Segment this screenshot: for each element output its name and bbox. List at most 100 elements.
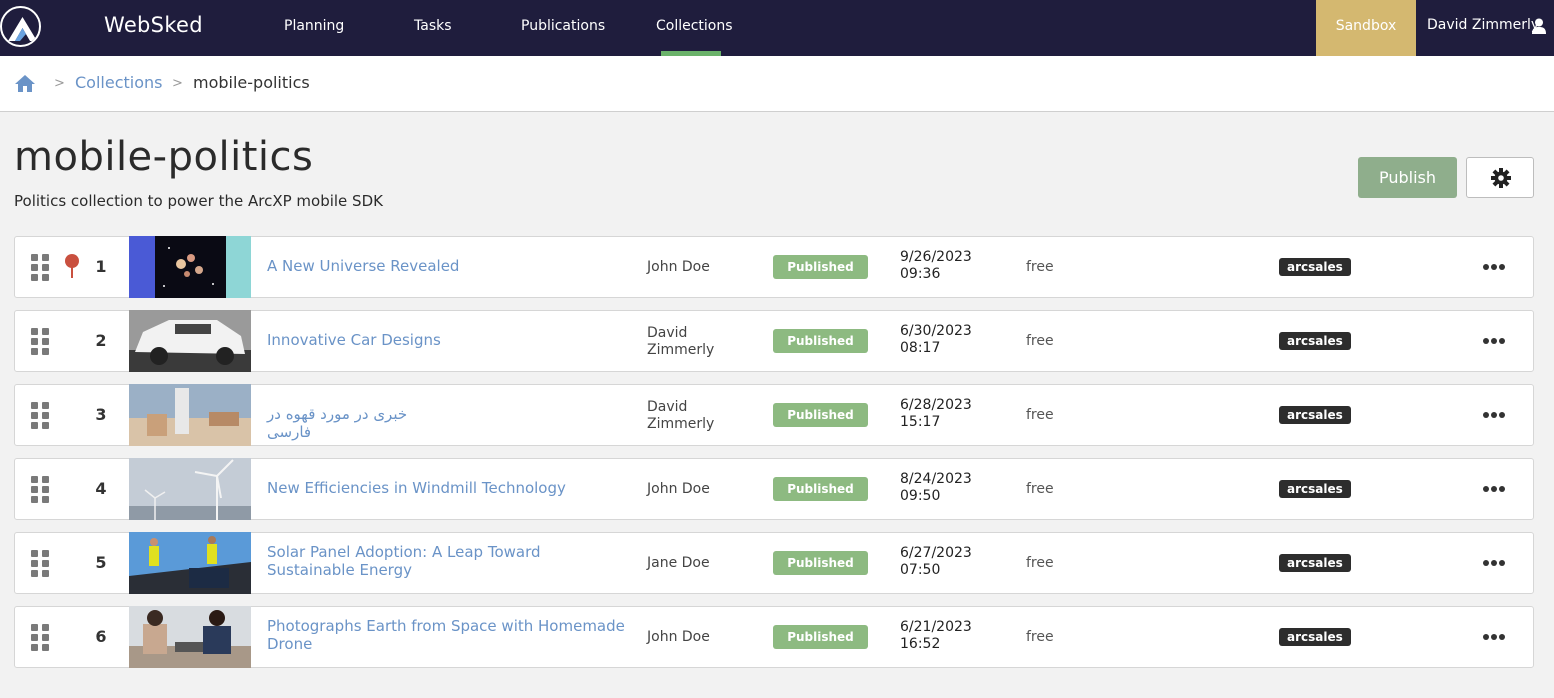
- collection-item-row[interactable]: 2 Innovative Car Designs David Zimmerly Pub…: [14, 310, 1534, 372]
- item-thumbnail[interactable]: [129, 384, 251, 446]
- top-nav: WebSked Planning Tasks Publications Coll…: [0, 0, 1554, 56]
- arc-logo-icon[interactable]: [0, 6, 41, 47]
- item-date-time: 09:36: [900, 266, 941, 282]
- item-date-day: 6/27/2023: [900, 545, 972, 561]
- nav-item-publications[interactable]: Publications: [521, 18, 605, 34]
- item-date-time: 16:52: [900, 636, 941, 652]
- more-options-icon[interactable]: [1483, 555, 1505, 571]
- collection-item-row[interactable]: 6 Photographs Earth from Space with Homem…: [14, 606, 1534, 668]
- item-author: John Doe: [647, 629, 710, 645]
- item-author: John Doe: [647, 481, 710, 497]
- status-badge: Published: [773, 625, 868, 649]
- user-icon[interactable]: [1532, 18, 1546, 34]
- item-access: free: [1026, 555, 1054, 571]
- item-title-link[interactable]: خبری در مورد قهوه در فارسی: [267, 405, 437, 441]
- item-thumbnail[interactable]: [129, 606, 251, 668]
- item-date-day: 9/26/2023: [900, 249, 972, 265]
- pin-icon[interactable]: [64, 253, 80, 279]
- breadcrumb: > Collections > mobile-politics: [0, 56, 1554, 112]
- more-options-icon[interactable]: [1483, 481, 1505, 497]
- drag-handle-icon[interactable]: [31, 402, 49, 429]
- item-date: 6/28/2023 15:17: [900, 397, 972, 431]
- drag-handle-icon[interactable]: [31, 476, 49, 503]
- item-date: 8/24/2023 09:50: [900, 471, 972, 505]
- item-author: Jane Doe: [647, 555, 710, 571]
- item-tag[interactable]: arcsales: [1279, 258, 1351, 276]
- collection-item-row[interactable]: 4 New Efficiencies in Windmill Technology…: [14, 458, 1534, 520]
- user-name[interactable]: David Zimmerly: [1427, 17, 1539, 33]
- collection-item-row[interactable]: 3 خبری در مورد قهوه در فارسی David Zimmerl…: [14, 384, 1534, 446]
- drag-handle-icon[interactable]: [31, 254, 49, 281]
- nav-item-tasks[interactable]: Tasks: [414, 18, 452, 34]
- item-date: 6/27/2023 07:50: [900, 545, 972, 579]
- item-title-link[interactable]: New Efficiencies in Windmill Technology: [267, 479, 627, 497]
- item-date-time: 15:17: [900, 414, 941, 430]
- status-badge: Published: [773, 403, 868, 427]
- item-rank: 1: [95, 257, 107, 276]
- status-badge: Published: [773, 329, 868, 353]
- item-access: free: [1026, 333, 1054, 349]
- page-title: mobile-politics: [14, 134, 314, 180]
- item-rank: 2: [95, 331, 107, 350]
- item-date-day: 6/28/2023: [900, 397, 972, 413]
- item-tag[interactable]: arcsales: [1279, 480, 1351, 498]
- item-date-day: 6/30/2023: [900, 323, 972, 339]
- settings-button[interactable]: [1466, 157, 1534, 198]
- environment-badge[interactable]: Sandbox: [1316, 0, 1416, 56]
- status-badge: Published: [773, 255, 868, 279]
- item-access: free: [1026, 259, 1054, 275]
- more-options-icon[interactable]: [1483, 333, 1505, 349]
- item-title-link[interactable]: Solar Panel Adoption: A Leap Toward Sust…: [267, 543, 627, 579]
- item-tag[interactable]: arcsales: [1279, 332, 1351, 350]
- item-tag[interactable]: arcsales: [1279, 406, 1351, 424]
- collection-item-row[interactable]: 5 Solar Panel Adoption: A Leap Toward Sus…: [14, 532, 1534, 594]
- item-tag[interactable]: arcsales: [1279, 628, 1351, 646]
- more-options-icon[interactable]: [1483, 259, 1505, 275]
- drag-handle-icon[interactable]: [31, 328, 49, 355]
- item-title-link[interactable]: A New Universe Revealed: [267, 257, 627, 275]
- item-access: free: [1026, 629, 1054, 645]
- item-thumbnail[interactable]: [129, 458, 251, 520]
- item-thumbnail[interactable]: [129, 532, 251, 594]
- item-author: John Doe: [647, 259, 710, 275]
- app-name[interactable]: WebSked: [104, 13, 203, 37]
- drag-handle-icon[interactable]: [31, 550, 49, 577]
- item-access: free: [1026, 481, 1054, 497]
- breadcrumb-separator: >: [172, 76, 183, 91]
- item-rank: 4: [95, 479, 107, 498]
- item-title-link[interactable]: Innovative Car Designs: [267, 331, 627, 349]
- page-description: Politics collection to power the ArcXP m…: [14, 192, 383, 210]
- drag-handle-icon[interactable]: [31, 624, 49, 651]
- item-date: 6/21/2023 16:52: [900, 619, 972, 653]
- item-rank: 5: [95, 553, 107, 572]
- publish-button[interactable]: Publish: [1358, 157, 1457, 198]
- item-date: 6/30/2023 08:17: [900, 323, 972, 357]
- item-author: David Zimmerly: [647, 325, 715, 358]
- home-icon[interactable]: [15, 75, 35, 92]
- breadcrumb-link-collections[interactable]: Collections: [75, 73, 162, 92]
- breadcrumb-separator: >: [54, 76, 65, 91]
- item-thumbnail[interactable]: [129, 310, 251, 372]
- item-date: 9/26/2023 09:36: [900, 249, 972, 283]
- item-date-time: 09:50: [900, 488, 941, 504]
- item-thumbnail[interactable]: [129, 236, 251, 298]
- gear-icon: [1491, 168, 1511, 188]
- breadcrumb-current: mobile-politics: [193, 73, 310, 92]
- item-date-day: 6/21/2023: [900, 619, 972, 635]
- item-date-day: 8/24/2023: [900, 471, 972, 487]
- item-tag[interactable]: arcsales: [1279, 554, 1351, 572]
- nav-item-collections[interactable]: Collections: [656, 18, 733, 34]
- more-options-icon[interactable]: [1483, 629, 1505, 645]
- item-access: free: [1026, 407, 1054, 423]
- status-badge: Published: [773, 477, 868, 501]
- collection-item-row[interactable]: 1 A New Universe Revealed John Doe Publishe…: [14, 236, 1534, 298]
- item-date-time: 08:17: [900, 340, 941, 356]
- status-badge: Published: [773, 551, 868, 575]
- item-date-time: 07:50: [900, 562, 941, 578]
- item-rank: 6: [95, 627, 107, 646]
- more-options-icon[interactable]: [1483, 407, 1505, 423]
- item-author: David Zimmerly: [647, 399, 715, 432]
- nav-item-planning[interactable]: Planning: [284, 18, 344, 34]
- item-rank: 3: [95, 405, 107, 424]
- item-title-link[interactable]: Photographs Earth from Space with Homema…: [267, 617, 627, 653]
